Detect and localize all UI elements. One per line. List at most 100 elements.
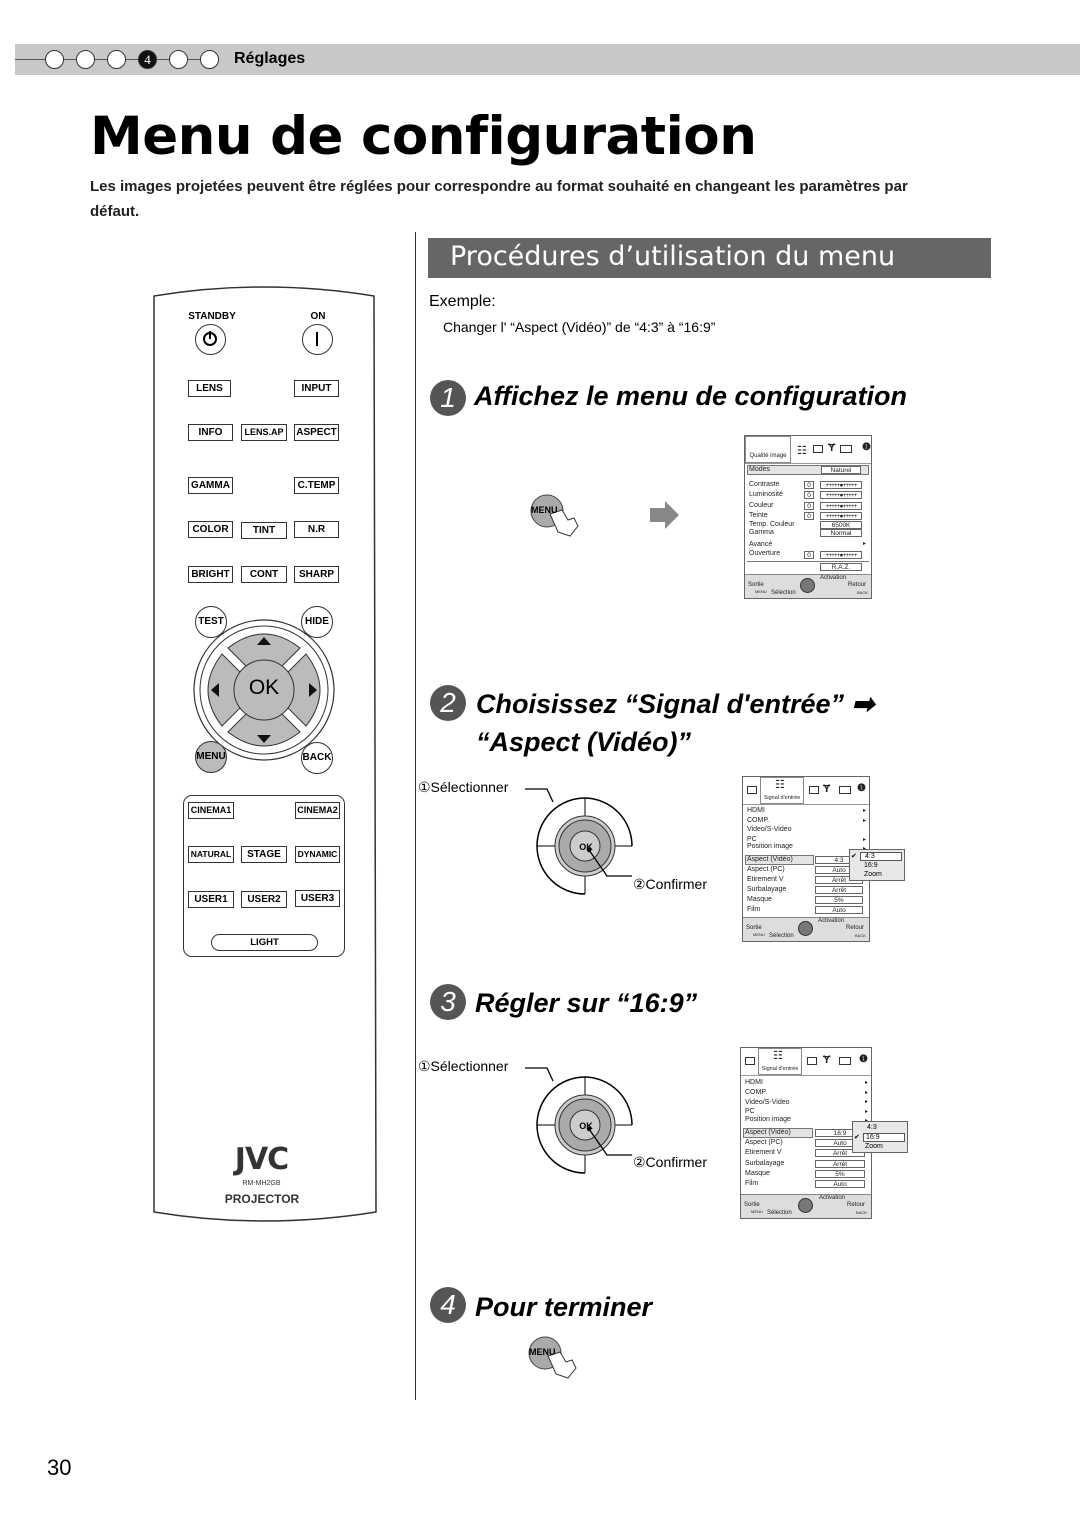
osd-slider[interactable]: +++++●+++++ [820, 502, 862, 510]
osd-item-value[interactable]: Auto [815, 906, 863, 914]
osd-select-label: Sélection [771, 590, 796, 596]
cont-button[interactable]: CONT [241, 566, 287, 583]
on-icon [316, 332, 318, 346]
dynamic-button[interactable]: DYNAMIC [295, 846, 340, 863]
popup-option[interactable]: 4:3 [867, 1124, 877, 1131]
osd-submenu[interactable]: COMP. [747, 817, 769, 824]
ok-label: OK [579, 842, 593, 852]
osd-item-label: Aspect (PC) [745, 1139, 783, 1146]
installation-icon[interactable] [807, 1057, 817, 1065]
popup-option[interactable]: Zoom [864, 871, 882, 878]
osd-submenu[interactable]: HDMI [747, 807, 765, 814]
osd-item-value[interactable]: Arrêt [815, 1160, 865, 1168]
cinema1-button[interactable]: CINEMA1 [188, 802, 234, 819]
step-number-2: 2 [430, 685, 466, 721]
step-1-title: Affichez le menu de configuration [474, 381, 908, 411]
popup-option[interactable]: Zoom [865, 1143, 883, 1150]
osd-slider[interactable]: +++++●+++++ [820, 551, 862, 559]
osd-item-value[interactable]: 6500K [820, 521, 862, 529]
osd-back-label: Retour [846, 925, 865, 931]
info-icon[interactable]: ❶ [859, 1054, 868, 1065]
osd-slider[interactable]: +++++●+++++ [820, 512, 862, 520]
sharp-button[interactable]: SHARP [294, 566, 339, 583]
display-icon[interactable] [839, 1057, 851, 1065]
power-icon [203, 331, 217, 346]
chapter-step-dot [45, 50, 64, 69]
osd-item-value[interactable]: 5% [815, 1170, 865, 1178]
lens-ap-button[interactable]: LENS.AP [241, 424, 287, 441]
function-icon[interactable]: Ɏ [823, 1054, 830, 1066]
input-signal-icon[interactable]: ☷ [797, 444, 807, 457]
tint-button[interactable]: TINT [241, 522, 287, 539]
info-icon[interactable]: ❶ [862, 442, 871, 453]
lens-button[interactable]: LENS [188, 380, 231, 397]
osd-back-key: BACK [855, 933, 866, 938]
osd-submenu[interactable]: Position image [747, 843, 793, 850]
natural-button[interactable]: NATURAL [188, 846, 234, 863]
osd-item-value[interactable]: Arrêt [815, 886, 863, 894]
osd-reset-button[interactable]: R.A.Z. [820, 563, 862, 571]
on-button[interactable] [302, 324, 333, 355]
back-button[interactable]: BACK [301, 742, 333, 774]
function-icon[interactable]: Ɏ [828, 442, 835, 454]
info-button[interactable]: INFO [188, 424, 233, 441]
osd-footer: Sortie MENU Sélection Activation Retour … [745, 574, 871, 598]
color-button[interactable]: COLOR [188, 521, 233, 538]
cinema2-button[interactable]: CINEMA2 [295, 802, 340, 819]
popup-option-selected[interactable]: 4:3 [860, 852, 902, 861]
osd-item-value[interactable]: 5% [815, 896, 863, 904]
user3-button[interactable]: USER3 [295, 890, 340, 907]
popup-option[interactable]: 16:9 [864, 862, 878, 869]
standby-button[interactable] [195, 324, 226, 355]
menu-button-label: MENU [529, 1347, 556, 1357]
test-button[interactable]: TEST [195, 606, 227, 638]
osd-item-value[interactable]: Normal [820, 529, 862, 537]
osd-submenu[interactable]: Video/S-Video [745, 1099, 790, 1106]
osd-exit-key: MENU [753, 932, 765, 937]
input-button[interactable]: INPUT [294, 380, 339, 397]
aspect-popup: 4:3 ✔ 16:9 Zoom [852, 1121, 908, 1153]
popup-option-selected[interactable]: 16:9 [863, 1133, 905, 1142]
display-icon[interactable] [839, 786, 851, 794]
aspect-button[interactable]: ASPECT [294, 424, 339, 441]
display-icon[interactable] [840, 445, 852, 453]
confirm-callout: ②Confirmer [633, 1154, 708, 1170]
installation-icon[interactable] [813, 445, 823, 453]
nr-button[interactable]: N.R [294, 521, 339, 538]
osd-item-label: Couleur [749, 502, 774, 509]
osd-submenu[interactable]: PC [747, 836, 757, 843]
osd-tab-picture[interactable]: Qualité image [745, 436, 791, 463]
example-text: Changer l' “Aspect (Vidéo)” de “4:3” à “… [443, 319, 716, 335]
osd-slider[interactable]: +++++●+++++ [820, 491, 862, 499]
osd-submenu[interactable]: PC [745, 1108, 755, 1115]
osd-submenu[interactable]: HDMI [745, 1079, 763, 1086]
ctemp-button[interactable]: C.TEMP [294, 477, 339, 494]
aspect-popup: ✔ 4:3 16:9 Zoom [849, 849, 905, 881]
arrow-right-icon [650, 501, 679, 529]
menu-press-illustration [530, 494, 579, 537]
info-icon[interactable]: ❶ [857, 783, 866, 794]
installation-icon[interactable] [809, 786, 819, 794]
model-number: RM-MH2GB [242, 1180, 281, 1187]
osd-slider[interactable]: +++++●+++++ [820, 481, 862, 489]
bright-button[interactable]: BRIGHT [188, 566, 233, 583]
osd-submenu[interactable]: Position image [745, 1116, 791, 1123]
step-2-title-line2: “Aspect (Vidéo)” [476, 727, 692, 757]
osd-activate-label: Activation [819, 1195, 846, 1201]
osd-item-value[interactable]: Auto [815, 1180, 865, 1188]
menu-button[interactable]: MENU [195, 741, 227, 773]
osd-tab-row: Qualité image ☷ Ɏ ❶ [745, 436, 871, 464]
light-button[interactable]: LIGHT [211, 934, 318, 951]
user1-button[interactable]: USER1 [188, 891, 234, 908]
user2-button[interactable]: USER2 [241, 891, 287, 908]
function-icon[interactable]: Ɏ [823, 783, 830, 795]
gamma-button[interactable]: GAMMA [188, 477, 233, 494]
osd-submenu[interactable]: Video/S-Video [747, 826, 792, 833]
picture-icon[interactable] [745, 1057, 755, 1065]
osd-submenu[interactable]: COMP. [745, 1089, 767, 1096]
picture-icon[interactable] [747, 786, 757, 794]
stage-button[interactable]: STAGE [241, 846, 287, 863]
osd-modes-value[interactable]: Naturel [821, 466, 861, 474]
input-signal-icon: ☷ [775, 779, 785, 791]
hide-button[interactable]: HIDE [301, 606, 333, 638]
